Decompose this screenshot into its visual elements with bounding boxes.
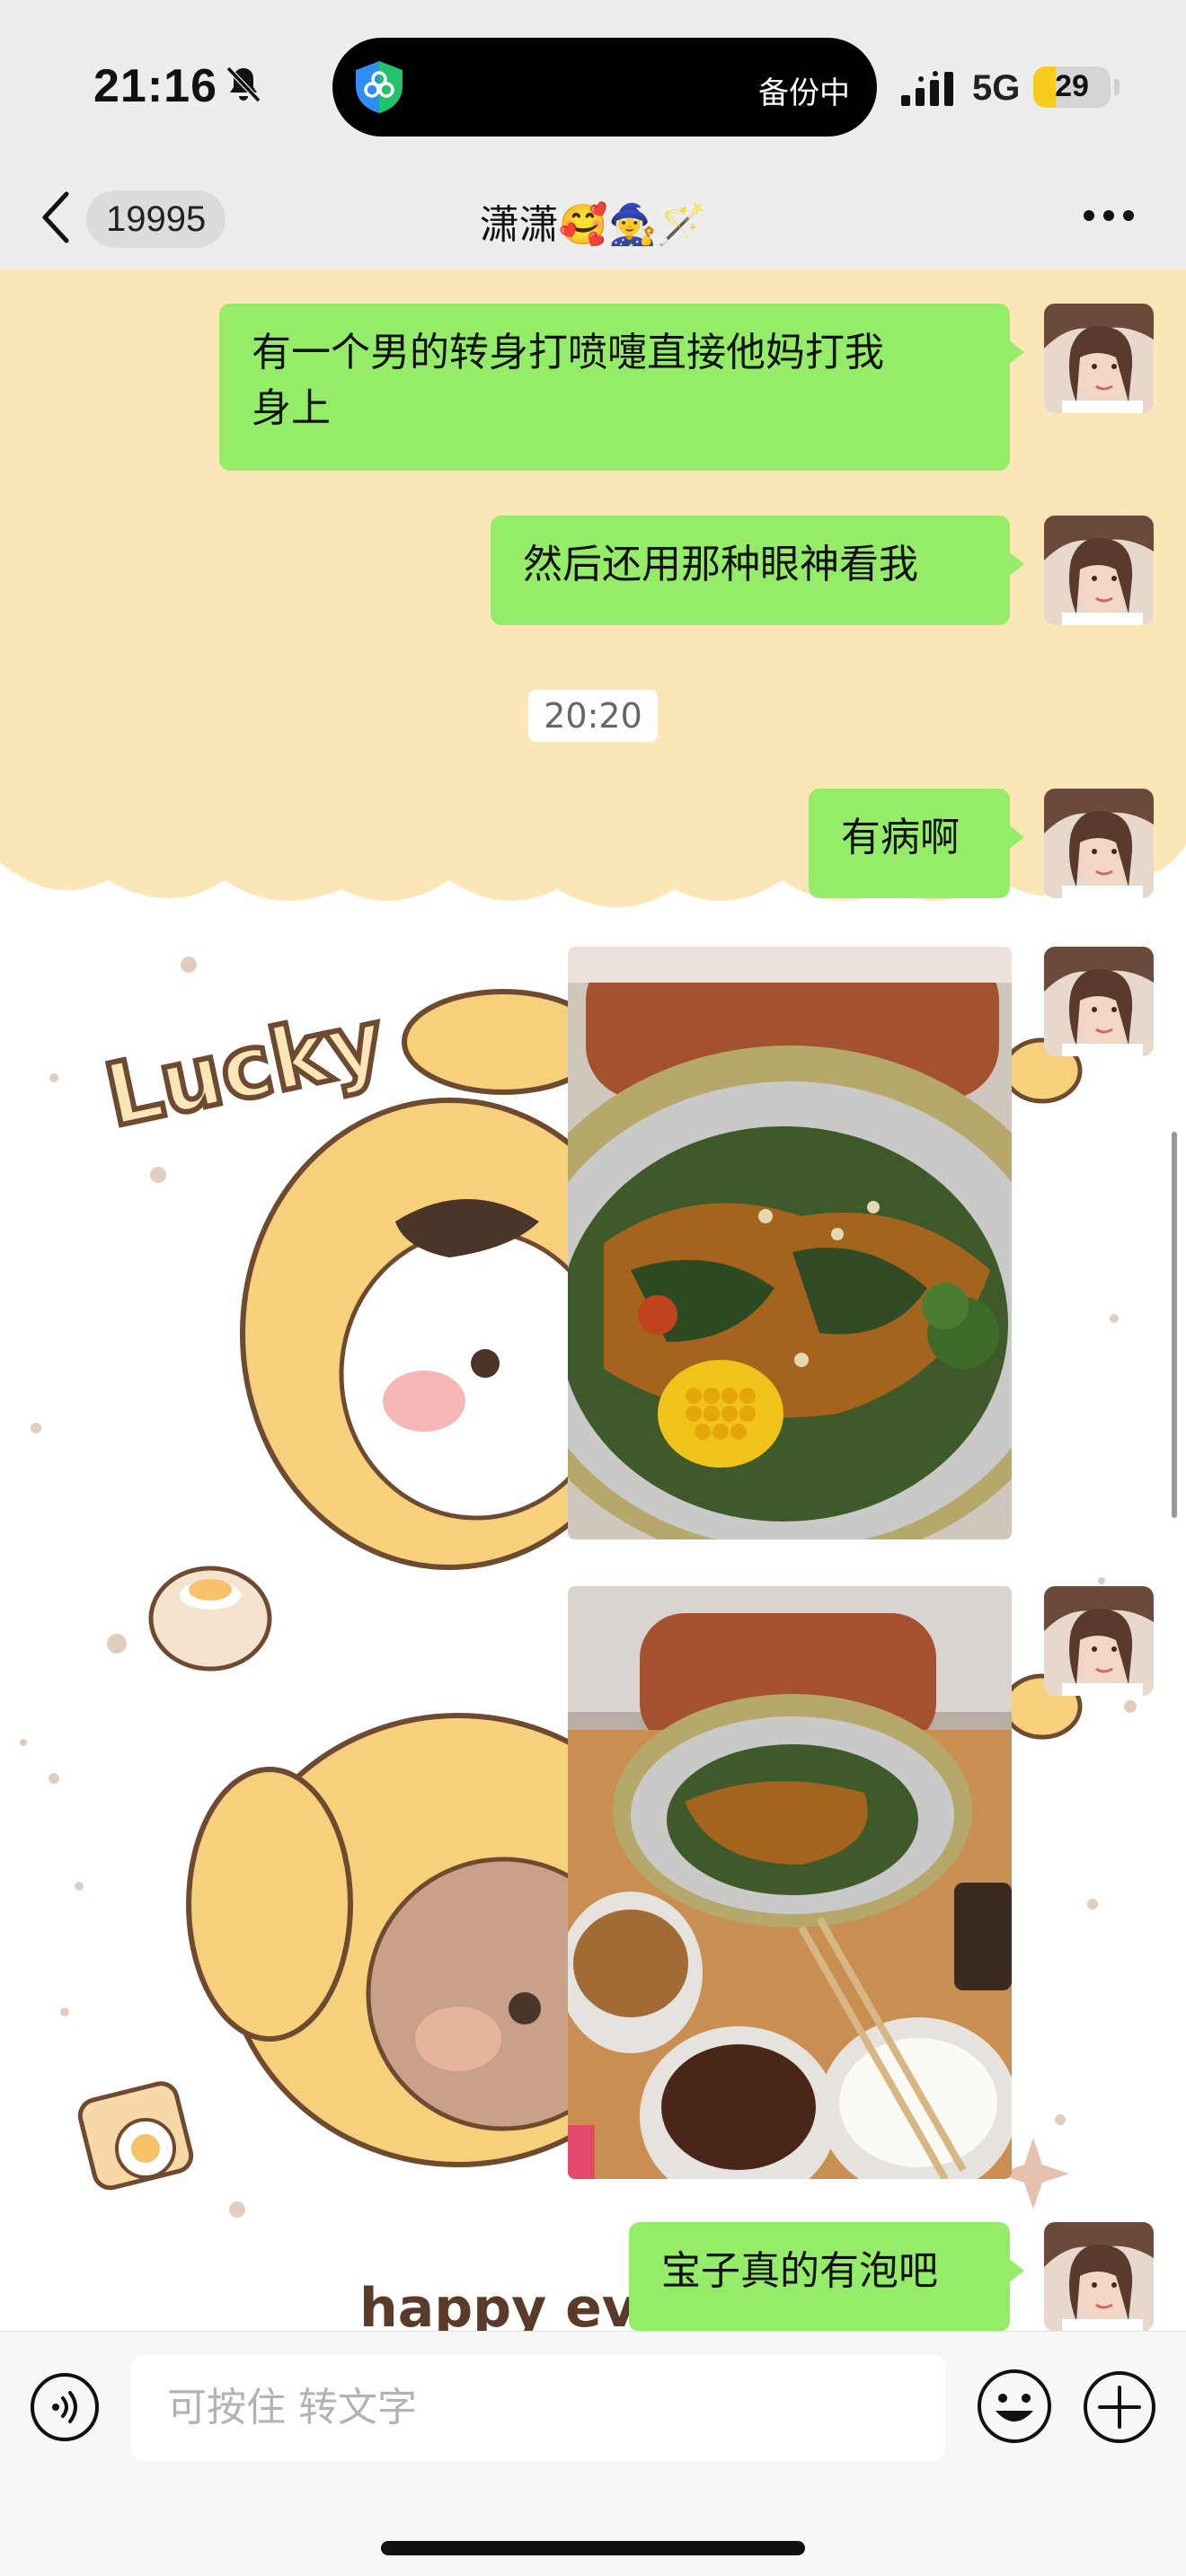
battery-indicator: 29 bbox=[1033, 66, 1111, 108]
avatar-image bbox=[1044, 789, 1154, 898]
wallpaper-happy-text: happy eve bbox=[359, 2277, 674, 2331]
chat-header: 19995 潇潇🥰🧙‍♀️🪄 bbox=[0, 171, 1186, 269]
photo-message[interactable] bbox=[568, 947, 1012, 1539]
avatar-image bbox=[1044, 304, 1154, 413]
avatar[interactable] bbox=[1044, 516, 1154, 625]
dynamic-island[interactable]: 备份中 bbox=[332, 38, 877, 137]
avatar-image bbox=[1044, 516, 1154, 625]
avatar-image bbox=[1044, 1586, 1154, 1696]
backup-status: 备份中 bbox=[758, 75, 850, 111]
message-text-line: 有一个男的转身打喷嚏直接他妈打我 bbox=[252, 330, 884, 375]
avatar-image bbox=[1044, 947, 1154, 1056]
message-input[interactable]: 可按住 转文字 bbox=[131, 2355, 945, 2461]
food-photo bbox=[568, 947, 1012, 1539]
message-bubble[interactable]: 宝子真的有泡吧 bbox=[629, 2222, 1024, 2331]
bell-slash-icon bbox=[226, 66, 261, 103]
message-text-line: 身上 bbox=[252, 385, 331, 431]
home-indicator[interactable] bbox=[381, 2541, 805, 2555]
message-text: 有病啊 bbox=[841, 815, 960, 860]
time-divider: 20:20 bbox=[528, 690, 658, 742]
network-type: 5G bbox=[972, 68, 1021, 108]
emoji-icon[interactable] bbox=[976, 2368, 1053, 2445]
plus-icon[interactable] bbox=[1082, 2369, 1157, 2445]
avatar[interactable] bbox=[1044, 2222, 1154, 2331]
voice-icon[interactable] bbox=[29, 2371, 101, 2443]
wallpaper-lucky-text: Lucky bbox=[97, 990, 393, 1147]
chat-title[interactable]: 潇潇🥰🧙‍♀️🪄 bbox=[0, 192, 1186, 250]
shield-icon bbox=[356, 61, 403, 113]
avatar[interactable] bbox=[1044, 1586, 1154, 1696]
message-bubble[interactable]: 有一个男的转身打喷嚏直接他妈打我 身上 bbox=[219, 304, 1024, 471]
message-text: 宝子真的有泡吧 bbox=[661, 2248, 938, 2294]
avatar[interactable] bbox=[1044, 789, 1154, 898]
more-icon[interactable] bbox=[1082, 207, 1136, 225]
avatar-image bbox=[1044, 2222, 1154, 2331]
battery-cap bbox=[1114, 79, 1120, 95]
signal-icon bbox=[901, 71, 953, 106]
chat-area[interactable]: Lucky happy eve 有一个男的转身打喷嚏直接他妈打我 身上 然后还用… bbox=[0, 269, 1186, 2331]
message-bubble[interactable]: 有病啊 bbox=[809, 789, 1024, 898]
battery-percent: 29 bbox=[1055, 69, 1089, 103]
avatar[interactable] bbox=[1044, 304, 1154, 413]
message-text: 然后还用那种眼神看我 bbox=[523, 542, 918, 587]
photo-message[interactable] bbox=[568, 1586, 1012, 2179]
message-bubble[interactable]: 然后还用那种眼神看我 bbox=[491, 516, 1024, 625]
status-time: 21:16 bbox=[93, 60, 217, 112]
input-bar: 可按住 转文字 bbox=[0, 2331, 1186, 2576]
food-photo bbox=[568, 1586, 1012, 2179]
scrollbar[interactable] bbox=[1172, 1132, 1177, 1518]
avatar[interactable] bbox=[1044, 947, 1154, 1056]
status-bar: 21:16 备份中 5G 29 bbox=[0, 0, 1186, 171]
